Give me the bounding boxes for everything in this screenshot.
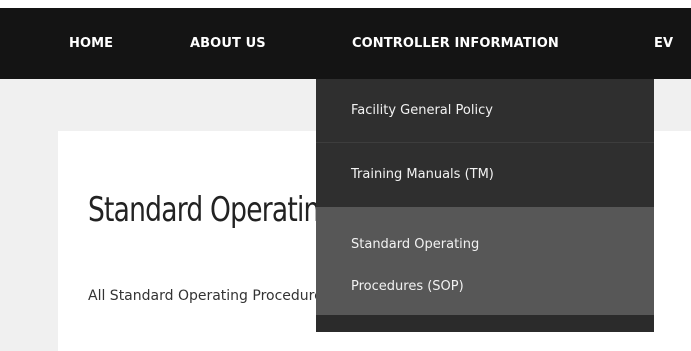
dropdown-item-standard-operating-procedures[interactable]: Standard Operating Procedures (SOP) — [316, 207, 654, 315]
dropdown-item-label-line1: Standard Operating — [351, 237, 480, 252]
top-strip — [0, 0, 691, 8]
dropdown-item-label-line2: Procedures (SOP) — [351, 279, 464, 294]
nav-home[interactable]: HOME — [69, 8, 113, 79]
dropdown-item-training-manuals[interactable]: Training Manuals (TM) — [316, 143, 654, 207]
nav-about-us[interactable]: ABOUT US — [190, 8, 266, 79]
main-navbar: HOME ABOUT US CONTROLLER INFORMATION EV — [0, 8, 691, 79]
nav-events[interactable]: EV — [654, 8, 673, 79]
dropdown-item-facility-general-policy[interactable]: Facility General Policy — [316, 79, 654, 143]
controller-information-dropdown: Facility General Policy Training Manuals… — [316, 79, 654, 332]
dropdown-item-label: Facility General Policy — [351, 103, 493, 118]
nav-controller-information[interactable]: CONTROLLER INFORMATION — [352, 8, 559, 79]
dropdown-item-label: Training Manuals (TM) — [351, 167, 494, 182]
dropdown-item-next[interactable] — [316, 315, 654, 332]
